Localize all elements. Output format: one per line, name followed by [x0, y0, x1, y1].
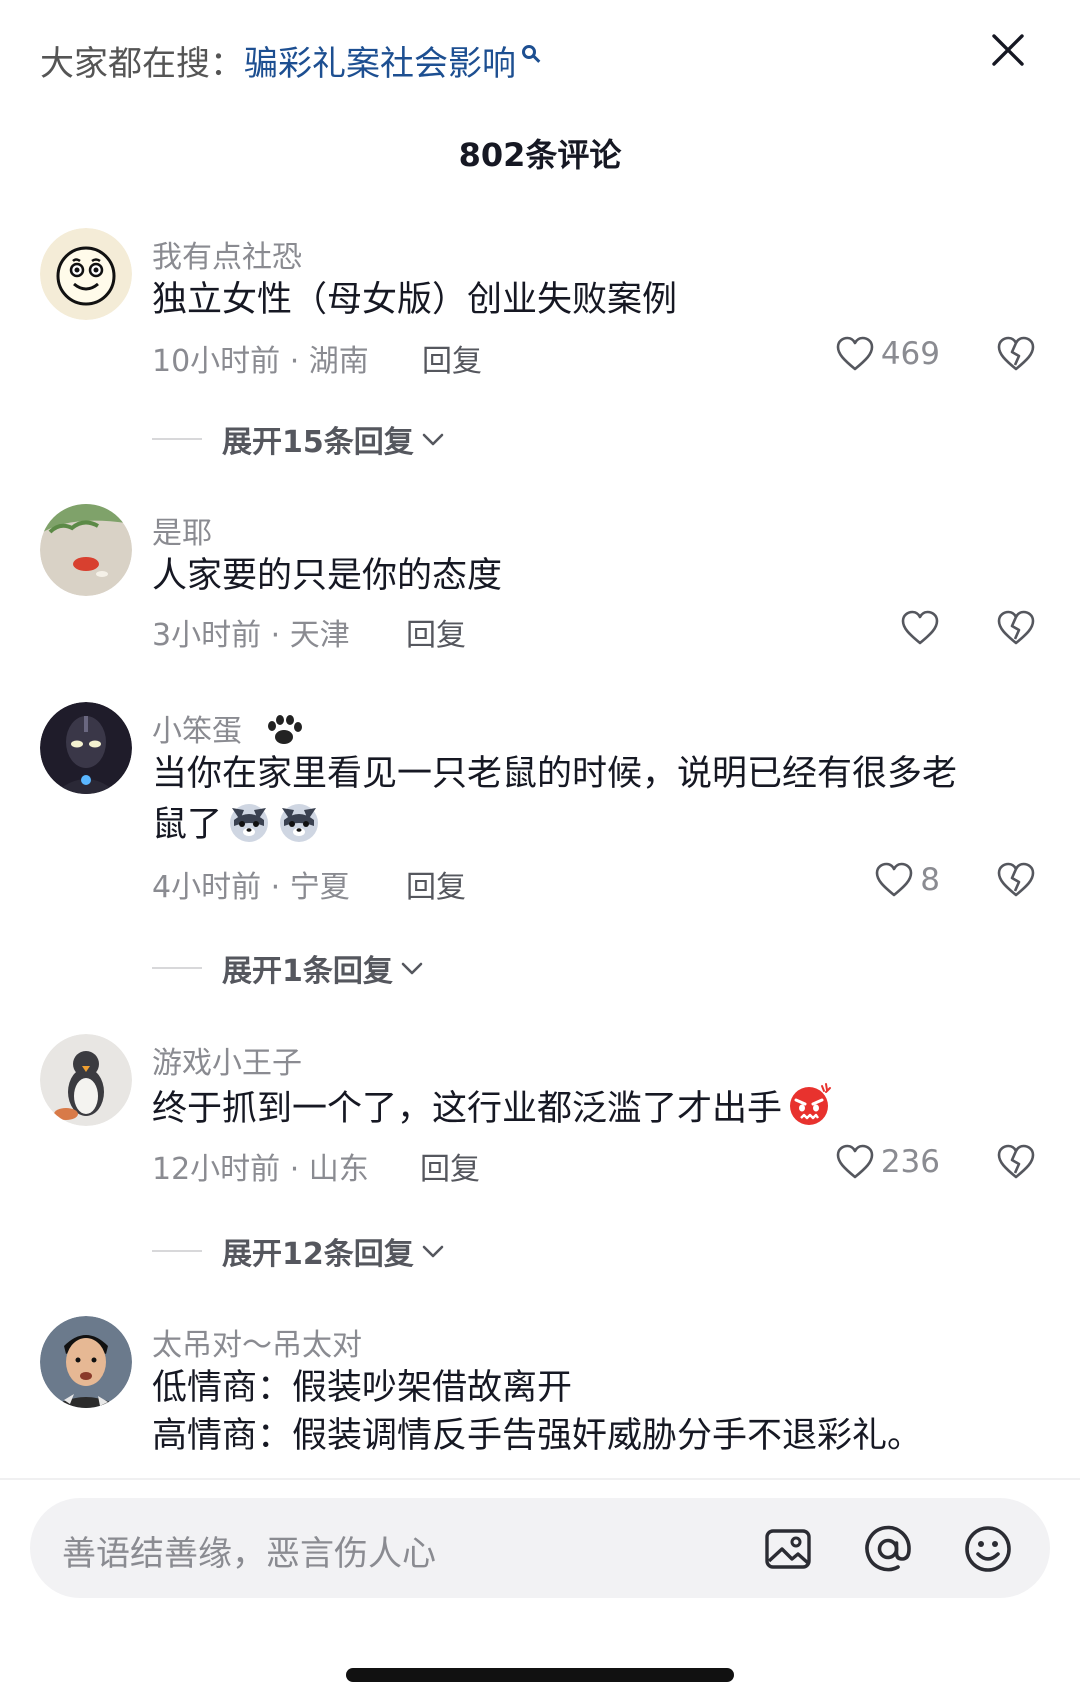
like-button[interactable]: 469: [820, 332, 940, 376]
chevron-down-icon: [401, 962, 423, 975]
comment-text-line: 高情商：假装调情反手告强奸威胁分手不退彩礼。: [152, 1416, 923, 1456]
trending-search-keyword[interactable]: 骗彩礼案社会影响: [244, 44, 516, 84]
avatar[interactable]: [40, 1316, 132, 1408]
like-button[interactable]: [892, 606, 940, 650]
heart-icon: [836, 1144, 874, 1179]
expand-replies-button[interactable]: 展开15条回复: [152, 419, 446, 460]
broken-heart-icon[interactable]: [996, 608, 1036, 648]
broken-heart-icon[interactable]: [996, 1142, 1036, 1182]
comment-text-content: 终于抓到一个了，这行业都泛滥了才出手: [152, 1089, 783, 1129]
comment-username-text: 小笨蛋: [152, 714, 242, 749]
comment-meta: 10小时前 · 湖南: [152, 344, 369, 379]
smiley-icon[interactable]: [962, 1523, 1014, 1575]
reply-button[interactable]: 回复: [406, 862, 466, 906]
expand-replies-label: 展开1条回复: [222, 954, 393, 989]
divider: [152, 1250, 202, 1252]
comment-username[interactable]: 小笨蛋: [152, 706, 306, 750]
reply-button[interactable]: 回复: [422, 336, 482, 380]
like-count: 236: [880, 1144, 940, 1180]
avatar[interactable]: [40, 1034, 132, 1126]
husky-emoji-icon: [230, 804, 269, 842]
chevron-down-icon: [422, 1245, 444, 1258]
divider: [152, 967, 202, 969]
comment-input-bar[interactable]: 善语结善缘，恶言伤人心: [30, 1498, 1050, 1598]
comment-text: 终于抓到一个了，这行业都泛滥了才出手: [152, 1082, 1012, 1133]
like-count: 469: [880, 336, 940, 372]
chevron-down-icon: [422, 433, 444, 446]
trending-search-prefix: 大家都在搜：: [40, 44, 244, 84]
heart-icon: [875, 862, 913, 897]
comment-username[interactable]: 游戏小王子: [152, 1038, 302, 1082]
avatar[interactable]: [40, 702, 132, 794]
comment-username[interactable]: 我有点社恐: [152, 232, 302, 276]
expand-replies-label: 展开15条回复: [222, 425, 414, 460]
avatar[interactable]: [40, 504, 132, 596]
like-count: 8: [920, 862, 940, 898]
image-icon[interactable]: [762, 1523, 814, 1575]
comment-item: 太吊对～吊太对 低情商：假装吵架借故离开 高情商：假装调情反手告强奸威胁分手不退…: [0, 1316, 1080, 1476]
reply-button[interactable]: 回复: [406, 610, 466, 654]
comment-count-title: 802条评论: [458, 136, 622, 174]
comment-meta: 4小时前 · 宁夏: [152, 870, 350, 905]
like-button[interactable]: 236: [820, 1140, 940, 1184]
broken-heart-icon[interactable]: [996, 334, 1036, 374]
husky-emoji-icon: [280, 804, 319, 842]
expand-replies-button[interactable]: 展开12条回复: [152, 1231, 446, 1272]
search-icon: [522, 45, 536, 59]
comment-text: 人家要的只是你的态度: [152, 556, 503, 596]
heart-icon: [901, 610, 939, 645]
close-icon[interactable]: [988, 30, 1028, 70]
comment-username[interactable]: 是耶: [152, 508, 212, 552]
home-indicator[interactable]: [346, 1668, 734, 1682]
comment-text: 独立女性（母女版）创业失败案例: [152, 280, 678, 320]
input-divider: [0, 1478, 1080, 1480]
expand-replies-label: 展开12条回复: [222, 1237, 414, 1272]
trending-search-hint[interactable]: 大家都在搜：骗彩礼案社会影响: [40, 36, 536, 85]
comment-username[interactable]: 太吊对～吊太对: [152, 1320, 362, 1364]
divider: [152, 438, 202, 440]
at-icon[interactable]: [862, 1523, 914, 1575]
heart-icon: [836, 336, 874, 371]
like-button[interactable]: 8: [860, 858, 940, 902]
broken-heart-icon[interactable]: [996, 860, 1036, 900]
avatar[interactable]: [40, 228, 132, 320]
comment-text: 当你在家里看见一只老鼠的时候，说明已经有很多老 鼠了: [152, 750, 1012, 849]
comment-text-line: 鼠了: [152, 798, 1012, 849]
top-bar: 大家都在搜：骗彩礼案社会影响: [0, 0, 1080, 120]
comment-text: 低情商：假装吵架借故离开 高情商：假装调情反手告强奸威胁分手不退彩礼。: [152, 1364, 1012, 1460]
comment-meta: 3小时前 · 天津: [152, 618, 350, 653]
comment-text-line: 低情商：假装吵架借故离开: [152, 1368, 573, 1408]
comment-text-line-2: 鼠了: [152, 805, 223, 845]
comment-input-placeholder[interactable]: 善语结善缘，恶言伤人心: [62, 1526, 436, 1575]
comment-text-line: 当你在家里看见一只老鼠的时候，说明已经有很多老: [152, 754, 958, 794]
angry-emoji-icon: [790, 1083, 832, 1125]
reply-button[interactable]: 回复: [420, 1144, 480, 1188]
paw-icon: [267, 715, 302, 744]
comment-meta: 12小时前 · 山东: [152, 1152, 369, 1187]
expand-replies-button[interactable]: 展开1条回复: [152, 948, 425, 989]
